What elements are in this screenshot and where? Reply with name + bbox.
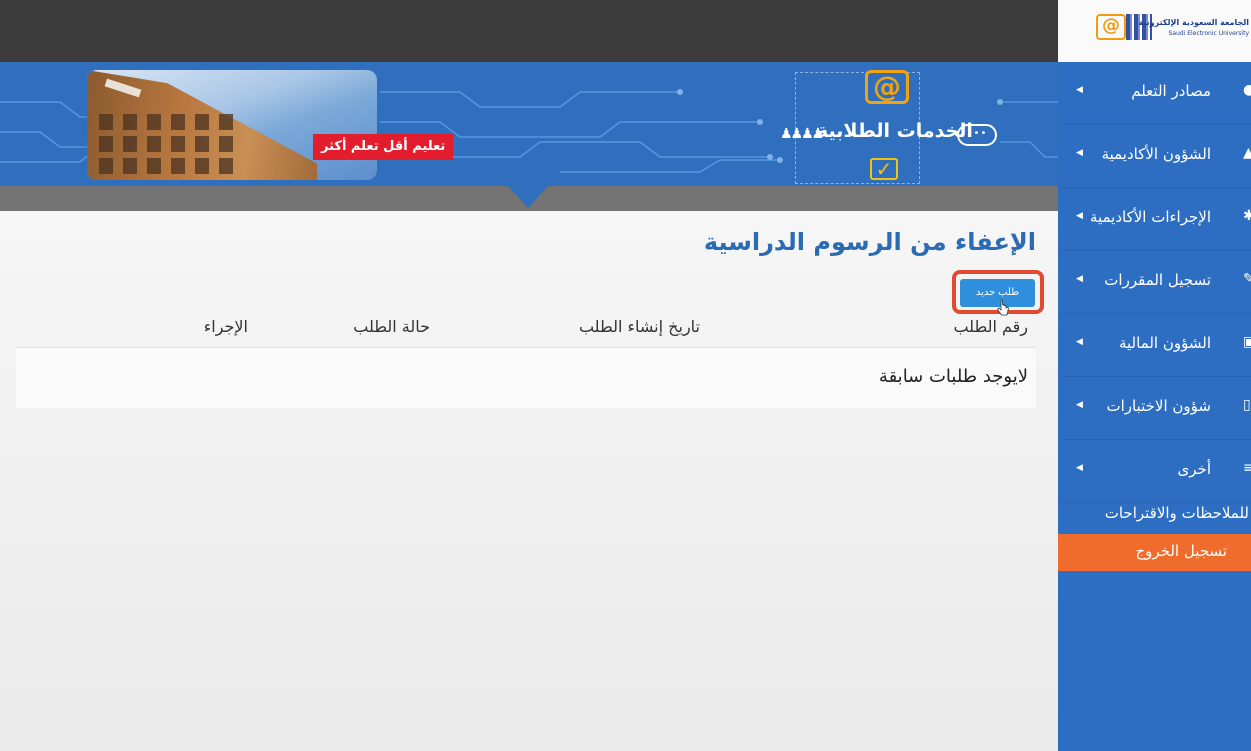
logout-button[interactable]: تسجيل الخروج [1058, 534, 1251, 571]
sidebar-item-financial-affairs[interactable]: ▣ الشؤون المالية ◀ [1058, 314, 1251, 377]
empty-table-message: لايوجد طلبات سابقة [878, 366, 1028, 387]
at-logo-icon: @ [1096, 14, 1126, 40]
chevron-left-icon: ◀ [1076, 463, 1083, 473]
sidebar-item-label: تسجيل المقررات [1104, 271, 1211, 289]
sidebar-item-academic-procedures[interactable]: ✱ الإجراءات الأكاديمية ◀ [1058, 188, 1251, 251]
column-header-status: حالة الطلب [353, 317, 430, 336]
sidebar-item-academic-affairs[interactable]: ▲ الشؤون الأكاديمية ◀ [1058, 125, 1251, 188]
chevron-left-icon: ◀ [1076, 337, 1083, 347]
main-content: الإعفاء من الرسوم الدراسية طلب جديد رقم … [0, 211, 1058, 751]
sidebar: @ الجامعة السعودية الإلكترونية Saudi Ele… [1058, 0, 1251, 751]
graduation-cap-icon: ▲ [1243, 145, 1251, 161]
chevron-left-icon: ◀ [1076, 400, 1083, 410]
column-header-request-number: رقم الطلب [953, 317, 1028, 336]
chevron-left-icon: ◀ [1076, 211, 1083, 221]
sidebar-item-course-registration[interactable]: ✎ تسجيل المقررات ◀ [1058, 251, 1251, 314]
requests-table-body: لايوجد طلبات سابقة [16, 347, 1036, 408]
sidebar-item-label: الشؤون المالية [1118, 334, 1211, 352]
sidebar-item-label: الإجراءات الأكاديمية [1089, 208, 1211, 226]
sidebar-item-label: الشؤون الأكاديمية [1101, 145, 1211, 163]
chevron-left-icon: ◀ [1076, 148, 1083, 158]
cloud-icon: ••• [957, 124, 997, 146]
document-icon: ▯ [1243, 397, 1251, 413]
campus-photo [87, 70, 377, 180]
page-title: الإعفاء من الرسوم الدراسية [703, 228, 1036, 256]
checkbox-icon: ✓ [870, 158, 898, 180]
globe-icon: ● [1243, 82, 1251, 98]
feedback-label: للملاحظات والاقتراحات [1104, 504, 1249, 522]
sidebar-item-exam-affairs[interactable]: ▯ شؤون الاختبارات ◀ [1058, 377, 1251, 440]
university-logo[interactable]: @ الجامعة السعودية الإلكترونية Saudi Ele… [1058, 0, 1251, 62]
student-services-logo: @ ♟♟♟♟ الخدمات الطلابية ••• ✓ [780, 70, 997, 184]
chevron-left-icon: ◀ [1076, 85, 1083, 95]
column-header-created-date: تاريخ إنشاء الطلب [578, 317, 700, 336]
sidebar-item-label: أخرى [1177, 460, 1211, 478]
at-sign-icon: @ [865, 70, 909, 104]
sidebar-item-learning-resources[interactable]: ● مصادر التعلم ◀ [1058, 62, 1251, 125]
banner-pointer [508, 186, 548, 208]
mouse-cursor-icon [996, 299, 1009, 316]
list-icon: ≡ [1243, 460, 1251, 476]
pencil-icon: ✎ [1243, 271, 1251, 287]
sidebar-item-label: مصادر التعلم [1131, 82, 1211, 100]
header-banner: تعليم أقل تعلم أكثر @ ♟♟♟♟ الخدمات الطلا… [0, 62, 1058, 186]
column-header-action: الإجراء [203, 317, 248, 336]
university-name-en: Saudi Electronic University [1168, 30, 1249, 37]
chevron-left-icon: ◀ [1076, 274, 1083, 284]
logout-label: تسجيل الخروج [1135, 542, 1227, 560]
sidebar-item-feedback[interactable]: للملاحظات والاقتراحات [1058, 494, 1251, 534]
money-icon: ▣ [1243, 334, 1251, 350]
people-icon: ♟♟♟♟ [780, 126, 824, 142]
gear-icon: ✱ [1243, 208, 1251, 224]
sidebar-item-label: شؤون الاختبارات [1106, 397, 1212, 415]
building-windows [99, 114, 233, 174]
top-bar [0, 0, 1058, 62]
university-name-ar: الجامعة السعودية الإلكترونية [1138, 18, 1249, 27]
services-title: الخدمات الطلابية [817, 120, 973, 142]
slogan-badge: تعليم أقل تعلم أكثر [313, 134, 454, 160]
